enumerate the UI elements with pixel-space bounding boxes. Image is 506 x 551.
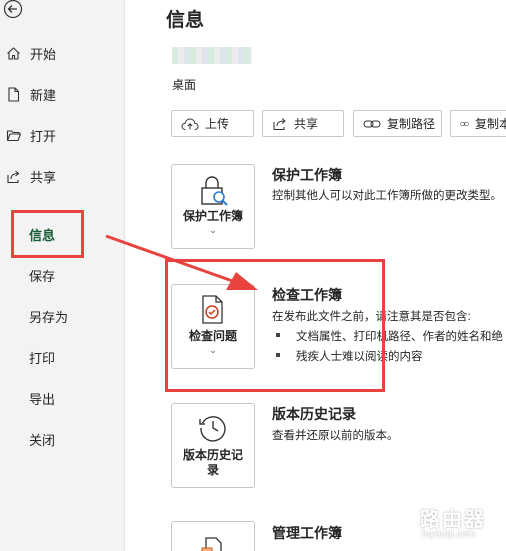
router-logo-icon [374,503,416,545]
watermark: 路由器 luyouqi.com [372,501,502,547]
watermark-text: 路由器 [420,509,486,531]
annotation-arrow-icon [105,234,258,290]
watermark-url: luyouqi.com [422,529,476,540]
